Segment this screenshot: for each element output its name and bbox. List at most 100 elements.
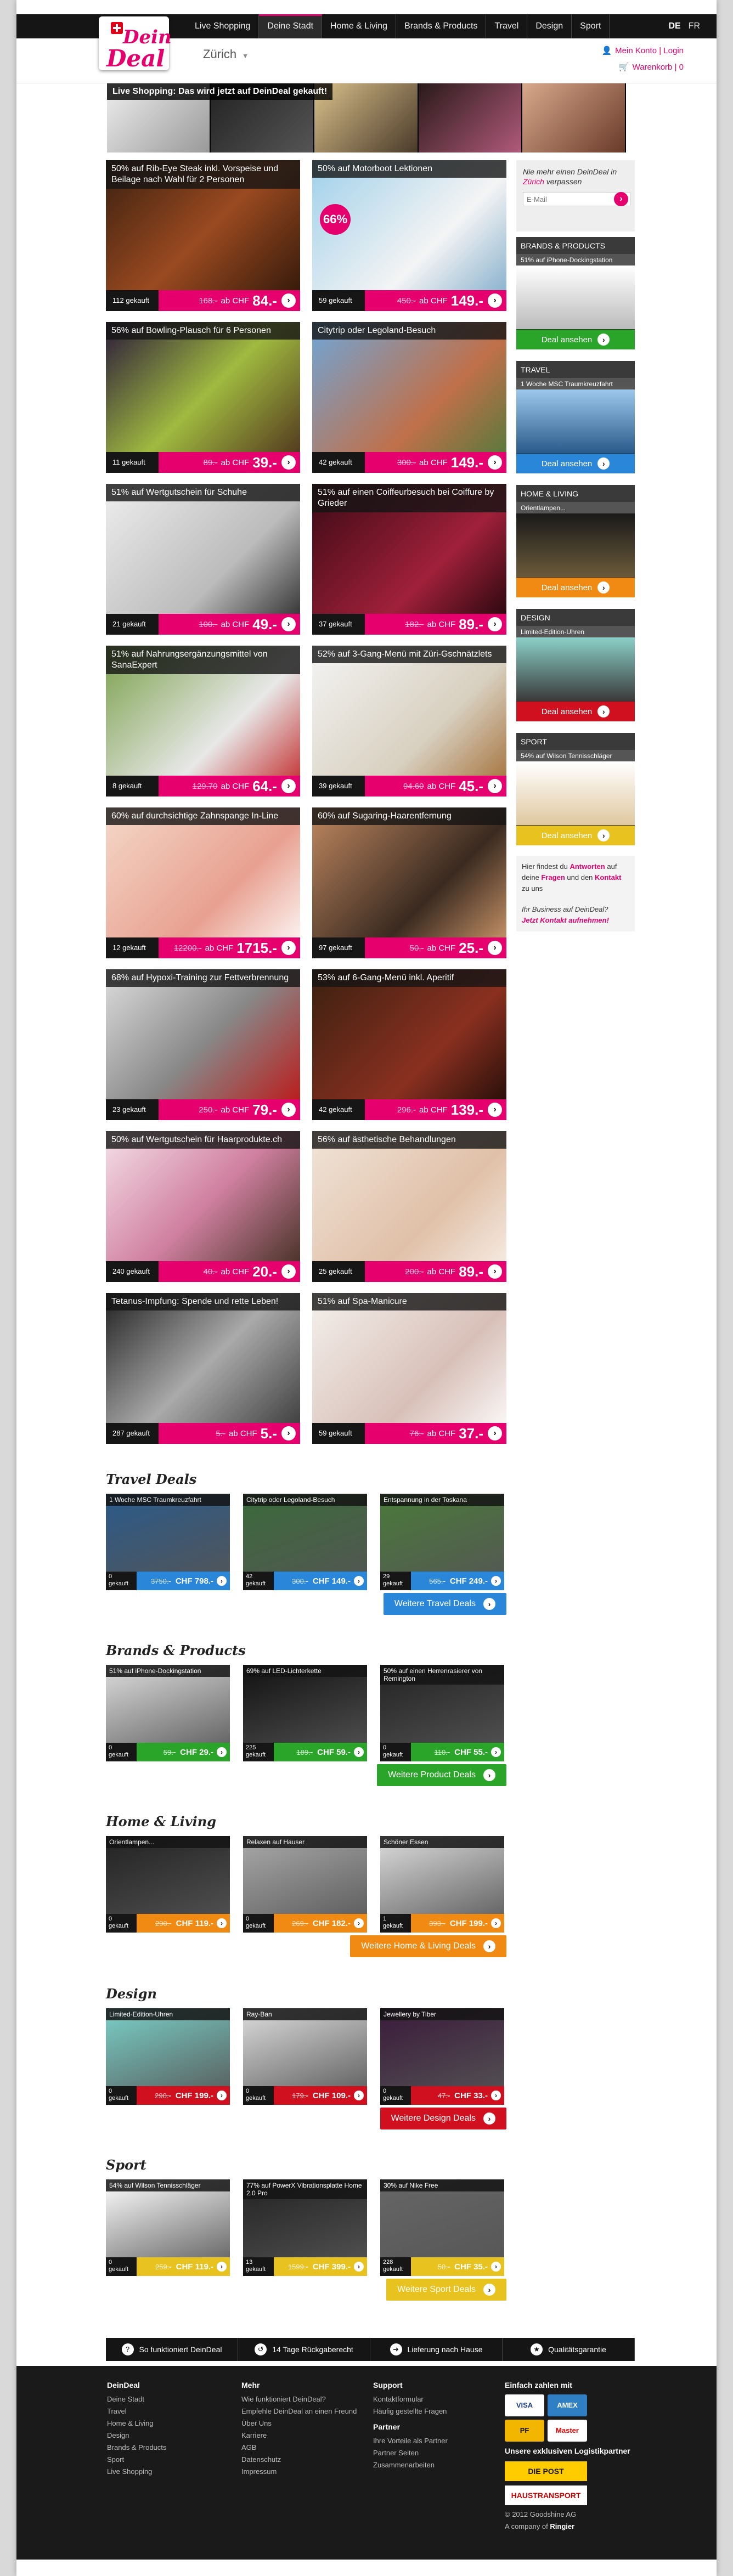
mini-deal-card[interactable]: Ray-Ban 0 gekauft 179.- CHF 109.- › <box>243 2008 367 2105</box>
my-account-link[interactable]: Mein Konto <box>615 46 657 55</box>
mini-deal-card[interactable]: 50% auf einen Herrenrasierer von Remingt… <box>380 1665 504 1761</box>
more-deals-button[interactable]: Weitere Sport Deals › <box>386 2279 506 2301</box>
go-arrow-icon[interactable]: › <box>491 1747 501 1757</box>
footer-link[interactable]: Datenschutz <box>241 2454 357 2466</box>
mini-deal-card[interactable]: 54% auf Wilson Tennisschläger 0 gekauft 259… <box>106 2179 230 2276</box>
mini-deal-card[interactable]: Citytrip oder Legoland-Besuch 42 gekauft 30… <box>243 1494 367 1590</box>
mini-deal-card[interactable]: Entspannung in der Toskana 29 gekauft 565.-… <box>380 1494 504 1590</box>
go-arrow-icon[interactable]: › <box>488 779 502 793</box>
nav-live-shopping[interactable]: Live Shopping <box>187 14 260 38</box>
go-arrow-icon[interactable]: › <box>488 1103 502 1117</box>
go-arrow-icon[interactable]: › <box>281 455 296 470</box>
deal-card[interactable]: 51% auf einen Coiffeurbesuch bei Coiffur… <box>312 484 506 635</box>
nav-sport[interactable]: Sport <box>572 14 610 38</box>
footer-link[interactable]: Design <box>107 2430 166 2442</box>
mini-deal-card[interactable]: 69% auf LED-Lichterkette 225 gekauft 189.- C… <box>243 1665 367 1761</box>
more-deals-button[interactable]: Weitere Product Deals › <box>377 1764 506 1786</box>
feature-return[interactable]: ↺ 14 Tage Rückgaberecht <box>238 2338 370 2361</box>
sidebar-category-box[interactable]: DESIGN Limited-Edition-Uhren Deal ansehen › <box>516 609 635 721</box>
basket-link[interactable]: Warenkorb <box>633 63 673 72</box>
go-arrow-icon[interactable]: › <box>491 1576 501 1586</box>
deal-card[interactable]: 50% auf Wertgutschein für Haarprodukte.c… <box>106 1131 300 1282</box>
footer-link[interactable]: AGB <box>241 2442 357 2454</box>
sidebar-category-box[interactable]: SPORT 54% auf Wilson Tennisschläger Deal a… <box>516 733 635 845</box>
go-arrow-icon[interactable]: › <box>281 941 296 955</box>
mini-deal-card[interactable]: Jewellery by Tiber 0 gekauft 47.- CHF 33.- › <box>380 2008 504 2105</box>
more-deals-button[interactable]: Weitere Travel Deals › <box>383 1593 506 1615</box>
go-arrow-icon[interactable]: › <box>354 2262 364 2272</box>
deal-card[interactable]: 52% auf 3-Gang-Menü mit Züri-Gschnätzlet… <box>312 646 506 796</box>
go-arrow-icon[interactable]: › <box>217 1576 227 1586</box>
go-arrow-icon[interactable]: › <box>217 1747 227 1757</box>
newsletter-submit-button[interactable]: › <box>614 192 628 206</box>
feature-quality[interactable]: ★ Qualitätsgarantie <box>503 2338 635 2361</box>
go-arrow-icon[interactable]: › <box>354 2091 364 2100</box>
answers-link[interactable]: Antworten <box>570 862 605 871</box>
mini-deal-card[interactable]: 77% auf PowerX Vibrationsplatte Home 2.0… <box>243 2179 367 2276</box>
deal-ansehen-button[interactable]: Deal ansehen › <box>516 454 635 473</box>
go-arrow-icon[interactable]: › <box>217 2262 227 2272</box>
deal-card[interactable]: 53% auf 6-Gang-Menü inkl. Aperitif 42 gek… <box>312 969 506 1120</box>
login-link[interactable]: Login <box>663 46 684 55</box>
deal-card[interactable]: Tetanus-Impfung: Spende und rette Leben!… <box>106 1293 300 1444</box>
go-arrow-icon[interactable]: › <box>217 2091 227 2100</box>
go-arrow-icon[interactable]: › <box>488 1426 502 1440</box>
footer-link[interactable]: Travel <box>107 2405 166 2417</box>
deal-card[interactable]: 60% auf Sugaring-Haarentfernung 97 gekauf… <box>312 807 506 958</box>
deal-card[interactable]: 56% auf ästhetische Behandlungen 25 gekau… <box>312 1131 506 1282</box>
feature-delivery[interactable]: ➜ Lieferung nach Hause <box>370 2338 503 2361</box>
deal-card[interactable]: 51% auf Spa-Manicure 59 gekauft 76.- ab CHF… <box>312 1293 506 1444</box>
deindeal-logo[interactable]: Dein Deal <box>99 16 172 72</box>
mini-deal-card[interactable]: Orientlampen... 0 gekauft 290.- CHF 119.- › <box>106 1836 230 1933</box>
footer-link[interactable]: Häufig gestellte Fragen <box>373 2405 448 2417</box>
sidebar-category-box[interactable]: HOME & LIVING Orientlampen... Deal ansehen… <box>516 485 635 597</box>
contact-link[interactable]: Kontakt <box>595 873 621 882</box>
footer-link[interactable]: Live Shopping <box>107 2466 166 2478</box>
footer-link[interactable]: Partner Seiten <box>373 2447 448 2459</box>
footer-link[interactable]: Deine Stadt <box>107 2393 166 2405</box>
sidebar-category-box[interactable]: BRANDS & PRODUCTS 51% auf iPhone-Dockings… <box>516 237 635 349</box>
go-arrow-icon[interactable]: › <box>488 941 502 955</box>
go-arrow-icon[interactable]: › <box>491 2091 501 2100</box>
sidebar-category-box[interactable]: TRAVEL 1 Woche MSC Traumkreuzfahrt Deal an… <box>516 361 635 473</box>
go-arrow-icon[interactable]: › <box>281 1264 296 1279</box>
more-deals-button[interactable]: Weitere Home & Living Deals › <box>350 1935 506 1957</box>
go-arrow-icon[interactable]: › <box>217 1918 227 1928</box>
go-arrow-icon[interactable]: › <box>488 1264 502 1279</box>
go-arrow-icon[interactable]: › <box>488 293 502 308</box>
mini-deal-card[interactable]: Relaxen auf Hauser 0 gekauft 269.- CHF 182.-… <box>243 1836 367 1933</box>
footer-link[interactable]: Empfehle DeinDeal an einen Freund <box>241 2405 357 2417</box>
go-arrow-icon[interactable]: › <box>354 1918 364 1928</box>
go-arrow-icon[interactable]: › <box>354 1576 364 1586</box>
footer-link[interactable]: Home & Living <box>107 2417 166 2430</box>
more-deals-button[interactable]: Weitere Design Deals › <box>380 2108 506 2129</box>
nav-design[interactable]: Design <box>527 14 572 38</box>
go-arrow-icon[interactable]: › <box>281 779 296 793</box>
go-arrow-icon[interactable]: › <box>281 293 296 308</box>
go-arrow-icon[interactable]: › <box>488 617 502 631</box>
deal-card[interactable]: 60% auf durchsichtige Zahnspange In-Line… <box>106 807 300 958</box>
footer-link[interactable]: Impressum <box>241 2466 357 2478</box>
deal-card[interactable]: 51% auf Nahrungsergänzungsmittel von San… <box>106 646 300 796</box>
deal-ansehen-button[interactable]: Deal ansehen › <box>516 578 635 597</box>
footer-link[interactable]: Brands & Products <box>107 2442 166 2454</box>
mini-deal-card[interactable]: Limited-Edition-Uhren 0 gekauft 290.- CHF 19… <box>106 2008 230 2105</box>
go-arrow-icon[interactable]: › <box>488 455 502 470</box>
go-arrow-icon[interactable]: › <box>281 1426 296 1440</box>
nav-deine-stadt[interactable]: Deine Stadt <box>259 14 323 38</box>
footer-link[interactable]: Kontaktformular <box>373 2393 448 2405</box>
business-contact-link[interactable]: Jetzt Kontakt aufnehmen! <box>522 916 609 924</box>
footer-link[interactable]: Zusammenarbeiten <box>373 2459 448 2471</box>
footer-link[interactable]: Ihre Vorteile als Partner <box>373 2435 448 2447</box>
deal-card[interactable]: 56% auf Bowling-Plausch für 6 Personen 11… <box>106 322 300 473</box>
city-selector[interactable]: Zürich ▼ <box>203 47 249 61</box>
deal-ansehen-button[interactable]: Deal ansehen › <box>516 330 635 349</box>
deal-card[interactable]: 51% auf Wertgutschein für Schuhe 21 gekau… <box>106 484 300 635</box>
footer-link[interactable]: Über Uns <box>241 2417 357 2430</box>
deal-ansehen-button[interactable]: Deal ansehen › <box>516 826 635 845</box>
nav-home-living[interactable]: Home & Living <box>322 14 397 38</box>
deal-card[interactable]: 68% auf Hypoxi-Training zur Fettverbrenn… <box>106 969 300 1120</box>
go-arrow-icon[interactable]: › <box>281 1103 296 1117</box>
go-arrow-icon[interactable]: › <box>491 2262 501 2272</box>
deal-card[interactable]: 50% auf Motorboot Lektionen 66% 59 gekauft… <box>312 160 506 311</box>
